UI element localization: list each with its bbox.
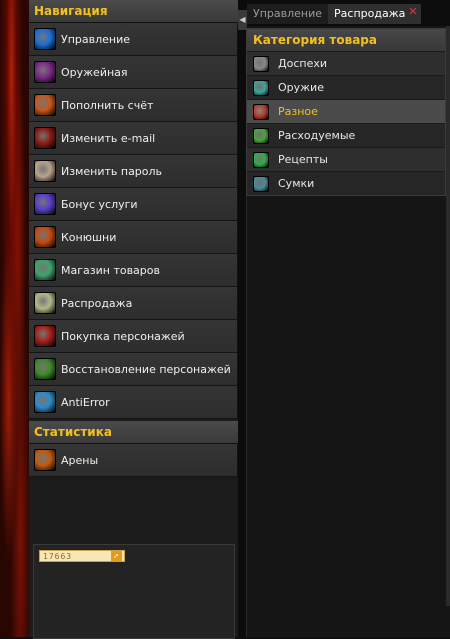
mount-icon xyxy=(34,226,56,248)
visitor-counter[interactable]: 17663 ↗ xyxy=(39,550,125,562)
tab-bar: Управление Распродажа ✕ xyxy=(247,4,422,24)
stats-item-label: Арены xyxy=(61,453,99,467)
statistics-header: Статистика xyxy=(29,421,238,444)
category-item-5[interactable]: Сумки xyxy=(247,171,445,195)
category-header: Категория товара xyxy=(247,29,445,51)
sidebar-item-label: Конюшни xyxy=(61,230,117,244)
sidebar: Навигация Управление Оружейная Пополнить с… xyxy=(29,0,238,639)
orb-shop-icon xyxy=(34,259,56,281)
close-icon[interactable]: ✕ xyxy=(408,6,418,17)
demon-character-icon xyxy=(34,325,56,347)
navigation-header: Навигация xyxy=(29,0,238,23)
face-mask-icon xyxy=(34,160,56,182)
category-item-1[interactable]: Оружие xyxy=(247,75,445,99)
bonus-blade-icon xyxy=(34,193,56,215)
category-item-3[interactable]: Расходуемые xyxy=(247,123,445,147)
category-item-label: Расходуемые xyxy=(278,129,356,142)
sidebar-item-label: Покупка персонажей xyxy=(61,329,185,343)
sidebar-item-11[interactable]: AntiError xyxy=(29,386,238,419)
sidebar-item-9[interactable]: Покупка персонажей xyxy=(29,320,238,353)
sidebar-item-7[interactable]: Магазин товаров xyxy=(29,254,238,287)
sidebar-item-label: AntiError xyxy=(61,395,110,409)
sword-icon xyxy=(253,79,269,96)
tab-sale-label: Распродажа xyxy=(334,7,406,20)
category-item-label: Сумки xyxy=(278,177,315,190)
sidebar-item-label: Восстановление персонажей xyxy=(61,362,231,376)
scrollbar[interactable] xyxy=(446,26,450,606)
counter-widget: 17663 ↗ xyxy=(33,544,235,639)
controls-icon xyxy=(34,28,56,50)
vortex-icon xyxy=(34,391,56,413)
recipe-icon xyxy=(253,151,269,168)
sidebar-item-2[interactable]: Пополнить счёт xyxy=(29,89,238,122)
category-item-0[interactable]: Доспехи xyxy=(247,51,445,75)
misc-icon xyxy=(253,103,269,120)
category-list: Доспехи Оружие Разное Расходуемые Рецепты Сум… xyxy=(247,51,445,195)
counter-value: 17663 xyxy=(43,552,73,561)
armor-icon xyxy=(253,55,269,72)
main-panel: ◀ Управление Распродажа ✕ Категория това… xyxy=(238,0,450,637)
category-item-label: Оружие xyxy=(278,81,324,94)
sidebar-item-label: Управление xyxy=(61,32,131,46)
sidebar-item-10[interactable]: Восстановление персонажей xyxy=(29,353,238,386)
crossed-swords-icon xyxy=(34,61,56,83)
category-item-4[interactable]: Рецепты xyxy=(247,147,445,171)
category-item-label: Рецепты xyxy=(278,153,328,166)
arrow-icon: ↗ xyxy=(111,551,122,562)
tab-sale[interactable]: Распродажа ✕ xyxy=(328,4,422,24)
tab-management[interactable]: Управление xyxy=(247,4,329,24)
category-item-2[interactable]: Разное xyxy=(247,99,445,123)
sidebar-item-label: Бонус услуги xyxy=(61,197,138,211)
category-item-label: Доспехи xyxy=(278,57,327,70)
potion-sale-icon xyxy=(34,292,56,314)
sidebar-item-8[interactable]: Распродажа xyxy=(29,287,238,320)
sidebar-item-0[interactable]: Управление xyxy=(29,23,238,56)
category-panel: Категория товара Доспехи Оружие Разное Расх… xyxy=(246,28,446,196)
mail-icon xyxy=(34,127,56,149)
stats-item-0[interactable]: Арены xyxy=(29,444,238,477)
navigation-list: Управление Оружейная Пополнить счёт Изменит… xyxy=(29,23,238,419)
restore-hand-icon xyxy=(34,358,56,380)
sidebar-item-5[interactable]: Бонус услуги xyxy=(29,188,238,221)
sidebar-item-label: Распродажа xyxy=(61,296,133,310)
sidebar-item-label: Изменить e-mail xyxy=(61,131,156,145)
sidebar-item-label: Пополнить счёт xyxy=(61,98,154,112)
decorative-background xyxy=(0,0,29,637)
sidebar-item-1[interactable]: Оружейная xyxy=(29,56,238,89)
sidebar-item-6[interactable]: Конюшни xyxy=(29,221,238,254)
sidebar-item-label: Изменить пароль xyxy=(61,164,163,178)
bag-icon xyxy=(253,175,269,192)
consumable-icon xyxy=(253,127,269,144)
coin-deposit-icon xyxy=(34,94,56,116)
statistics-list: Арены xyxy=(29,444,238,477)
sidebar-item-label: Магазин товаров xyxy=(61,263,160,277)
sidebar-item-label: Оружейная xyxy=(61,65,128,79)
category-item-label: Разное xyxy=(278,105,318,118)
sidebar-item-3[interactable]: Изменить e-mail xyxy=(29,122,238,155)
sidebar-item-4[interactable]: Изменить пароль xyxy=(29,155,238,188)
arena-icon xyxy=(34,449,56,471)
